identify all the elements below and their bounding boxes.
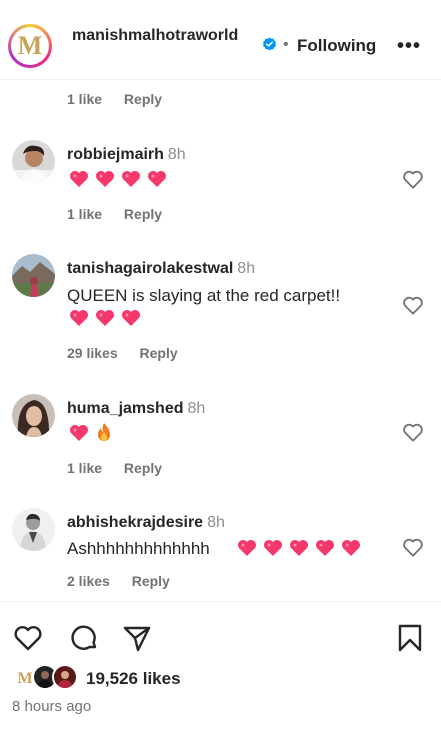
heart-emoji-icon — [148, 171, 166, 187]
heart-emoji-icon — [122, 310, 140, 326]
commenter-avatar[interactable] — [12, 394, 55, 437]
comment-likes[interactable]: 2 likes — [67, 573, 110, 589]
heart-emoji-icon — [122, 171, 140, 187]
comment-username[interactable]: tanishagairolakestwal — [67, 260, 233, 277]
likes-count[interactable]: 19,526 likes — [86, 669, 181, 689]
heart-outline-icon[interactable] — [402, 537, 424, 557]
commenter-avatar[interactable] — [12, 140, 55, 183]
share-send-icon[interactable] — [121, 622, 153, 654]
like-heart-icon[interactable] — [12, 622, 44, 654]
post-header: M manishmalhotraworld • Following ••• — [0, 0, 441, 80]
reply-button[interactable]: Reply — [124, 91, 162, 107]
comment-meta: 1 like Reply — [67, 91, 180, 107]
heart-emoji-icon — [342, 540, 360, 556]
reply-button[interactable]: Reply — [124, 460, 162, 476]
comment-username[interactable]: abhishekrajdesire — [67, 514, 203, 531]
comment-emojis — [69, 422, 113, 444]
likes-summary: M 19,526 likes — [12, 664, 432, 694]
post-timestamp: 8 hours ago — [12, 698, 92, 715]
heart-emoji-icon — [70, 310, 88, 326]
section-divider — [0, 601, 441, 602]
svg-text:M: M — [17, 670, 32, 687]
heart-emoji-icon — [238, 540, 256, 556]
comment-likes[interactable]: 1 like — [67, 91, 102, 107]
account-avatar[interactable]: M — [8, 24, 52, 68]
comment-text: QUEEN is slaying at the red carpet!! — [67, 286, 341, 305]
comment-meta: 2 likes Reply — [67, 573, 188, 589]
heart-outline-icon[interactable] — [402, 295, 424, 315]
comment-time: 8h — [167, 146, 186, 163]
comment-username[interactable]: robbiejmairh — [67, 146, 164, 163]
heart-emoji-icon — [96, 310, 114, 326]
comment-meta: 29 likes Reply — [67, 345, 196, 361]
comment-likes[interactable]: 1 like — [67, 206, 102, 222]
comment-emojis — [69, 309, 141, 327]
comment-time: 8h — [207, 514, 225, 531]
comment-author[interactable]: robbiejmairh 8h — [67, 146, 186, 164]
commenter-avatar[interactable] — [12, 254, 55, 297]
comment-author[interactable]: tanishagairolakestwal 8h — [67, 260, 255, 278]
more-options-icon[interactable]: ••• — [397, 35, 421, 58]
comment-author[interactable]: huma_jamshed 8h — [67, 400, 205, 418]
bookmark-icon[interactable] — [394, 622, 426, 654]
separator-dot: • — [283, 36, 289, 53]
heart-emoji-icon — [70, 425, 88, 441]
comment-bubble-icon[interactable] — [68, 622, 100, 654]
heart-outline-icon[interactable] — [402, 422, 424, 442]
heart-emoji-icon — [316, 540, 334, 556]
comment-author[interactable]: abhishekrajdesire 8h — [67, 514, 225, 532]
comment-text: Ashhhhhhhhhhhhh — [67, 539, 210, 558]
heart-emoji-icon — [70, 171, 88, 187]
following-button[interactable]: Following — [297, 36, 376, 56]
verified-badge-icon — [263, 37, 276, 51]
comment-likes[interactable]: 1 like — [67, 460, 102, 476]
comment-time: 8h — [187, 400, 206, 417]
comment-emojis — [237, 539, 361, 557]
comment-emojis — [69, 170, 167, 188]
heart-outline-icon[interactable] — [402, 169, 424, 189]
reply-button[interactable]: Reply — [124, 206, 162, 222]
brand-logo: M — [11, 27, 49, 65]
comment-meta: 1 like Reply — [67, 206, 180, 222]
heart-emoji-icon — [264, 540, 282, 556]
heart-emoji-icon — [290, 540, 308, 556]
commenter-avatar[interactable] — [12, 508, 55, 551]
comment-time: 8h — [237, 260, 256, 277]
heart-emoji-icon — [96, 171, 114, 187]
liker-avatar — [52, 664, 78, 690]
account-username[interactable]: manishmalhotraworld — [72, 24, 258, 48]
fire-emoji-icon — [98, 423, 110, 441]
comment-username[interactable]: huma_jamshed — [67, 400, 183, 417]
comment-meta: 1 like Reply — [67, 460, 180, 476]
comment-likes[interactable]: 29 likes — [67, 345, 118, 361]
reply-button[interactable]: Reply — [132, 573, 170, 589]
reply-button[interactable]: Reply — [140, 345, 178, 361]
